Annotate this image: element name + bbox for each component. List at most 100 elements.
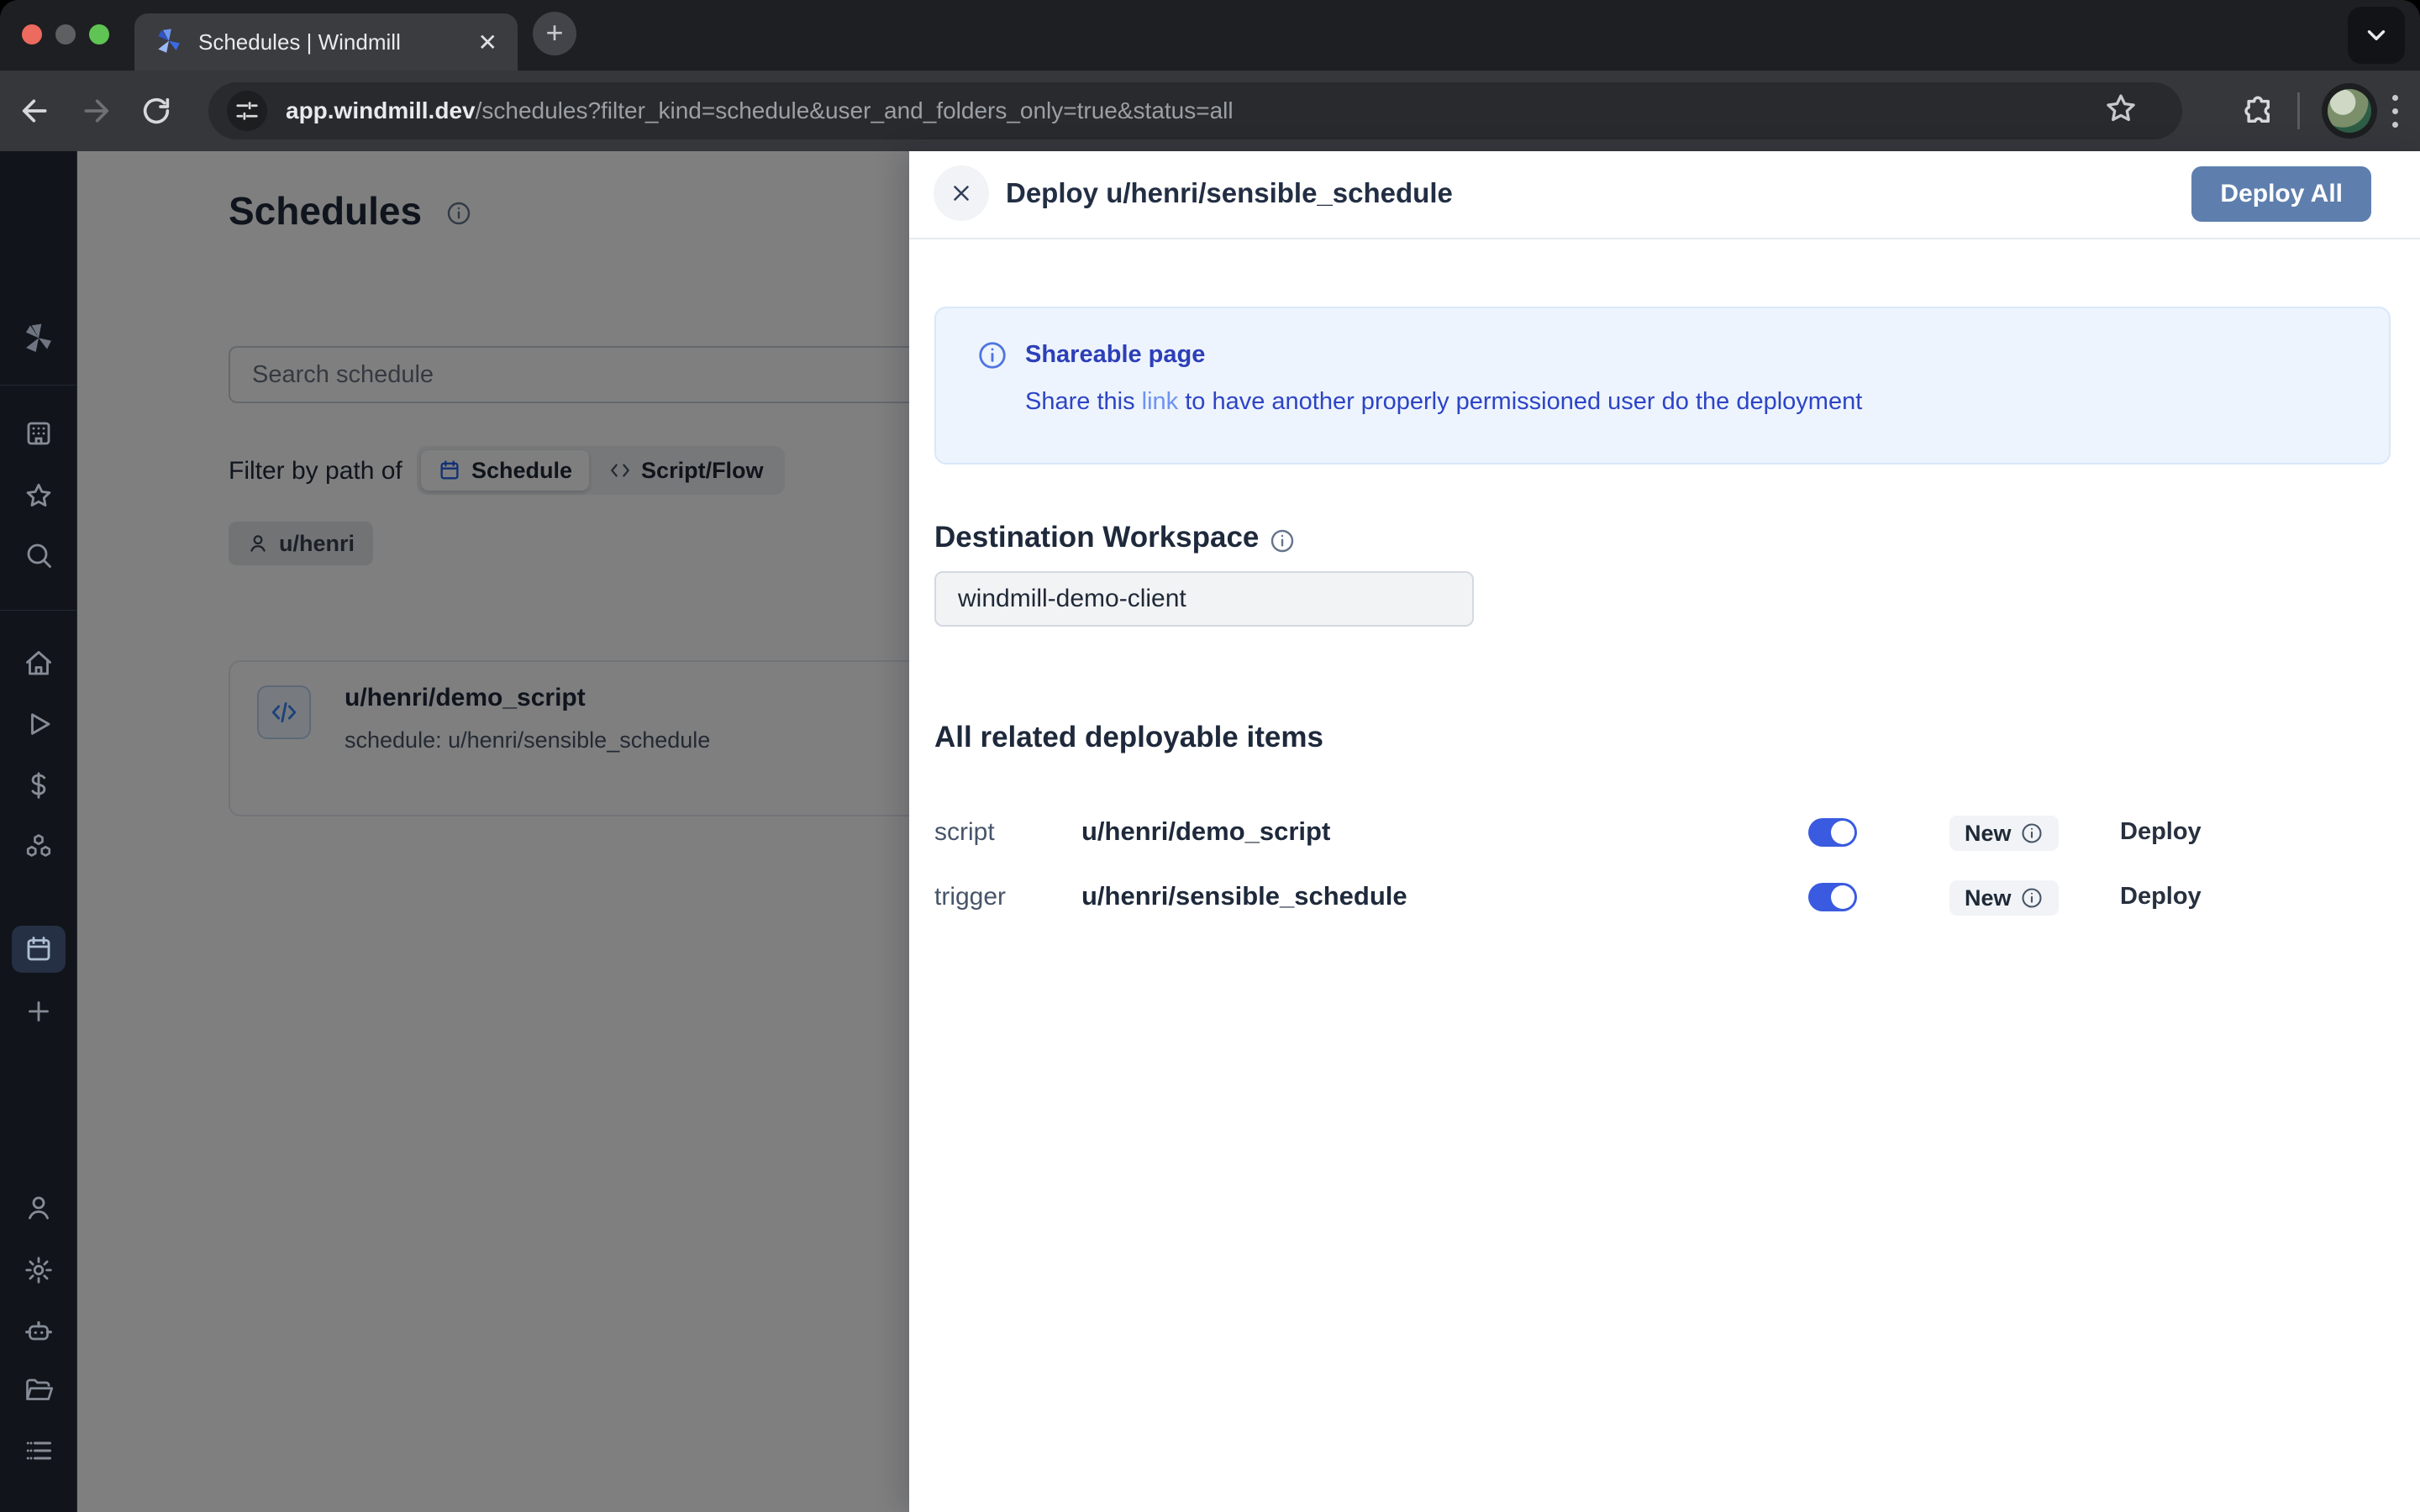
badge-info-icon[interactable] [2020,822,2044,845]
robot-icon [24,1316,54,1347]
back-arrow-icon [18,94,52,128]
tab-search-chevron-button[interactable] [2348,7,2405,64]
destination-info-icon[interactable] [1269,528,1296,554]
sidebar-item-workspace[interactable] [0,407,77,460]
sidebar-item-runs[interactable] [0,697,77,751]
cubes-icon [24,832,54,862]
extensions-puzzle-icon [2240,93,2275,129]
info-text-before: Share this [1025,388,1142,415]
person-icon [24,1193,54,1223]
reload-icon [139,94,173,128]
sidebar-item-account[interactable] [0,1181,77,1235]
new-tab-button[interactable]: + [533,12,576,55]
drawer-close-button[interactable] [934,165,989,221]
sidebar-item-audit-logs[interactable] [0,1424,77,1478]
close-window-button[interactable] [22,24,42,45]
tab-title: Schedules | Windmill [198,29,468,55]
url-path: /schedules?filter_kind=schedule&user_and… [476,97,1234,123]
star-icon [24,480,54,511]
site-settings-button[interactable] [227,91,267,131]
toggle-knob [1831,821,1854,844]
extensions-button[interactable] [2240,93,2275,129]
forward-button[interactable] [72,87,119,134]
item-kind: trigger [934,883,1006,911]
destination-workspace-input[interactable] [934,571,1474,627]
sidebar-divider [0,610,77,611]
gear-icon [24,1255,54,1285]
url-host: app.windmill.dev [286,97,476,123]
badge-info-icon[interactable] [2020,886,2044,910]
sidebar-item-create[interactable] [0,984,77,1038]
browser-toolbar: app.windmill.dev/schedules?filter_kind=s… [0,71,2420,151]
item-kind: script [934,818,995,847]
browser-tab[interactable]: Schedules | Windmill ✕ [134,13,518,71]
item-status-badge: New [1949,816,2059,851]
windmill-logo[interactable] [0,312,77,366]
profile-avatar[interactable] [2322,83,2377,139]
minimize-window-button[interactable] [55,24,76,45]
folder-icon [24,1375,54,1405]
deploy-drawer: Deploy u/henri/sensible_schedule Deploy … [909,151,2420,1512]
forward-arrow-icon [79,94,113,128]
shareable-info-box: Shareable page Share this link to have a… [934,307,2391,465]
bookmark-star-icon [2103,91,2139,126]
address-bar[interactable]: app.windmill.dev/schedules?filter_kind=s… [208,82,2182,139]
item-path: u/henri/sensible_schedule [1081,881,1407,911]
info-icon [976,339,1008,371]
browser-window: Schedules | Windmill ✕ + app.windmill.de… [0,0,2420,1512]
calendar-icon [24,934,54,964]
info-box-title: Shareable page [1025,341,1205,369]
item-toggle[interactable] [1808,883,1857,911]
app-content: Schedules Filter by path of Schedule Scr… [0,151,2420,1512]
item-path: u/henri/demo_script [1081,816,1330,847]
close-icon [949,181,974,206]
play-icon [24,709,54,739]
item-deploy-button[interactable]: Deploy [2120,818,2202,846]
search-icon [24,540,54,570]
bookmark-button[interactable] [2103,91,2139,126]
sidebar-divider [0,385,77,386]
back-button[interactable] [12,87,59,134]
reload-button[interactable] [133,87,180,134]
destination-workspace-heading: Destination Workspace [934,521,1259,554]
windmill-favicon [155,28,183,56]
sidebar-item-favorites[interactable] [0,469,77,522]
sidebar-item-settings[interactable] [0,1243,77,1297]
browser-menu-button[interactable] [2392,95,2398,128]
building-icon [24,418,54,449]
share-link[interactable]: link [1142,388,1179,415]
deployable-item-row: trigger u/henri/sensible_schedule New De… [934,864,2391,929]
sidebar-item-schedules[interactable] [0,922,77,976]
sidebar-item-home[interactable] [0,637,77,690]
sidebar [0,151,77,1512]
home-icon [24,648,54,679]
toolbar-divider [2297,92,2300,129]
avatar-photo [2328,89,2371,133]
drawer-scrim[interactable] [77,151,909,1512]
zoom-window-button[interactable] [89,24,109,45]
tab-strip: Schedules | Windmill ✕ + [0,0,2420,71]
sidebar-item-search[interactable] [0,528,77,582]
url-text: app.windmill.dev/schedules?filter_kind=s… [286,97,1234,124]
sidebar-item-variables[interactable] [0,759,77,812]
sidebar-item-resources[interactable] [0,820,77,874]
chevron-down-icon [2362,21,2391,50]
drawer-header-divider [909,238,2420,239]
deployable-items-heading: All related deployable items [934,721,1323,754]
info-box-text: Share this link to have another properly… [1025,388,1862,416]
sidebar-item-workers[interactable] [0,1305,77,1358]
list-icon [24,1436,54,1466]
deploy-all-button[interactable]: Deploy All [2191,166,2371,222]
sidebar-item-folders[interactable] [0,1363,77,1417]
toggle-knob [1831,885,1854,909]
item-deploy-button[interactable]: Deploy [2120,883,2202,911]
badge-label: New [1965,885,2012,911]
plus-icon [24,996,54,1026]
dollar-icon [24,770,54,801]
item-toggle[interactable] [1808,818,1857,847]
tune-icon [234,98,260,123]
toolbar-right [2240,71,2420,151]
info-text-after: to have another properly permissioned us… [1178,388,1862,415]
drawer-title: Deploy u/henri/sensible_schedule [1006,177,1453,209]
tab-close-icon[interactable]: ✕ [478,29,497,56]
